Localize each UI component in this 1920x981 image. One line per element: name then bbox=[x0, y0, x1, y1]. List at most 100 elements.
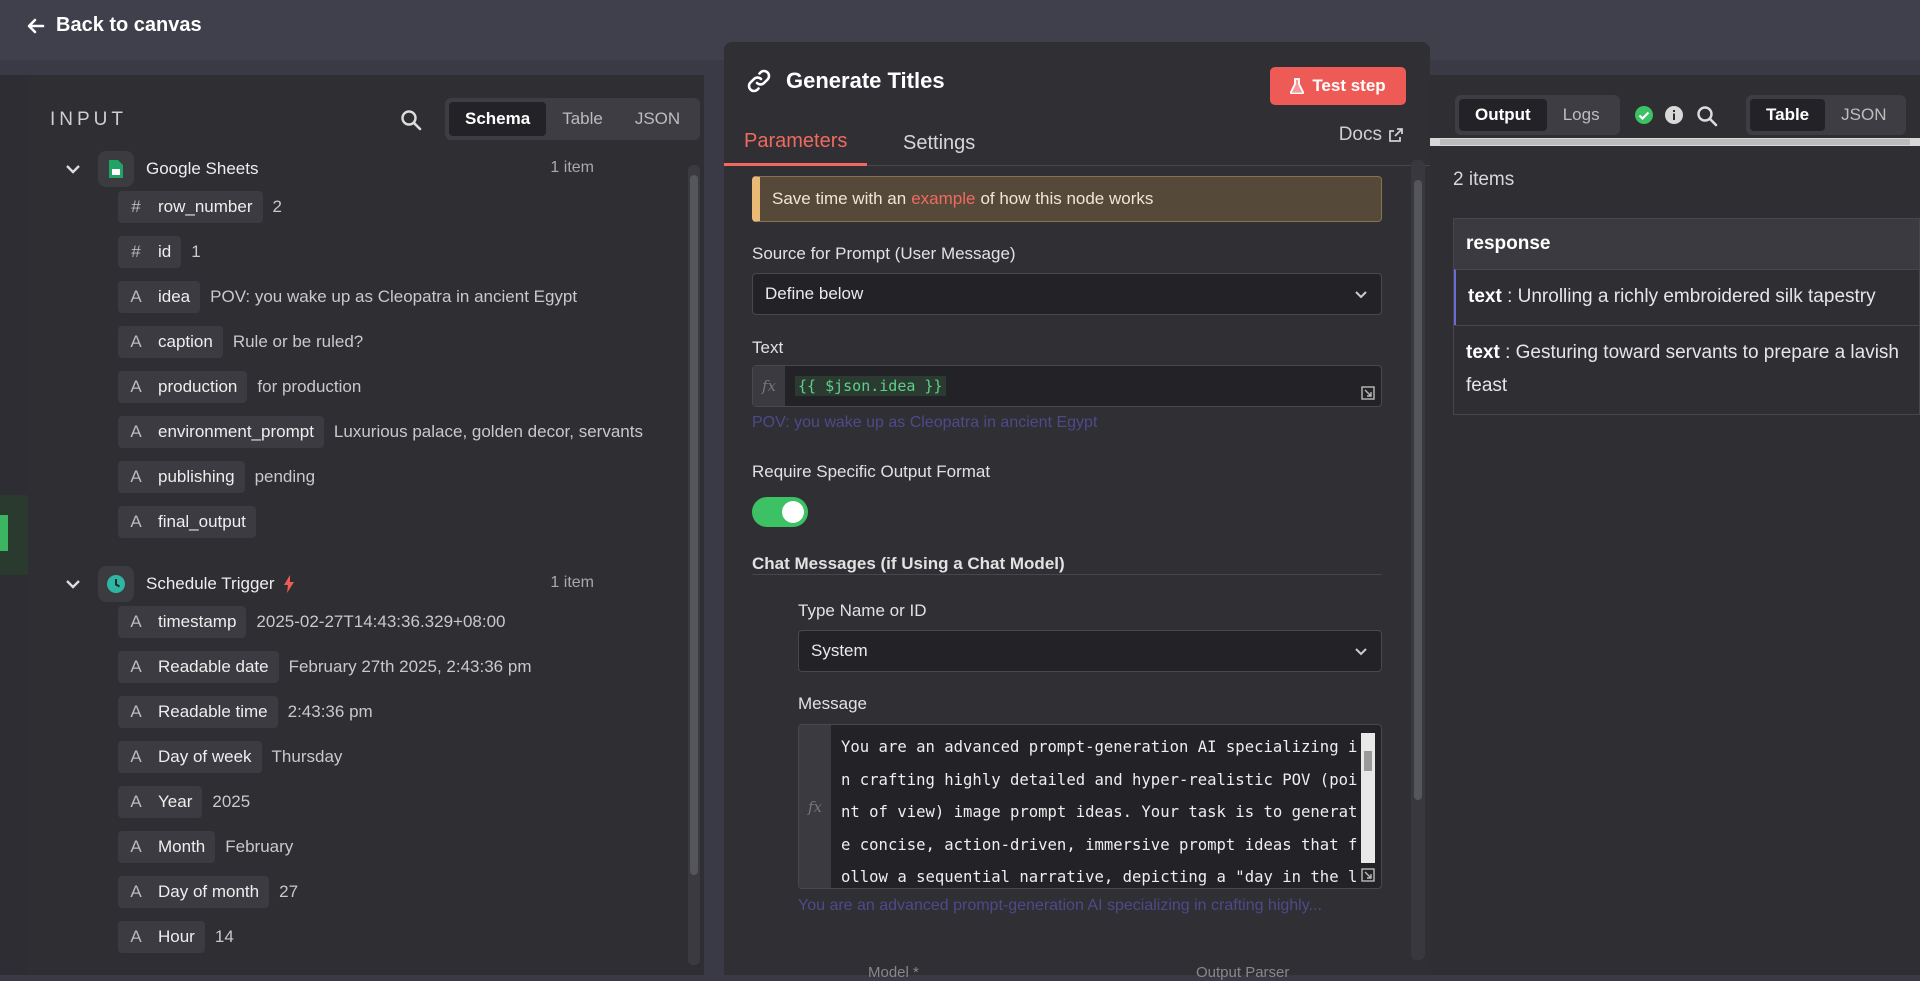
type-value: System bbox=[811, 641, 868, 660]
back-to-canvas-button[interactable]: Back to canvas bbox=[26, 14, 202, 37]
require-format-toggle[interactable] bbox=[752, 497, 808, 527]
field-pill[interactable]: A Readable date bbox=[118, 651, 279, 683]
field-pill[interactable]: A Month bbox=[118, 831, 216, 863]
require-format-label: Require Specific Output Format bbox=[752, 462, 991, 481]
output-tab-table[interactable]: Table bbox=[1750, 99, 1826, 131]
string-type-icon: A bbox=[130, 702, 142, 721]
output-hscrollbar[interactable] bbox=[1430, 138, 1920, 146]
text-expression-field[interactable]: fx {{ $json.idea }} bbox=[752, 365, 1382, 407]
row-key: text bbox=[1466, 342, 1500, 363]
field-pill[interactable]: A Readable time bbox=[118, 696, 278, 728]
text-label: Text bbox=[752, 338, 784, 357]
flask-icon bbox=[1290, 78, 1305, 94]
source-label: Source for Prompt (User Message) bbox=[752, 244, 1016, 263]
row-key: text bbox=[1468, 286, 1502, 307]
table-row[interactable]: text : Gesturing toward servants to prep… bbox=[1454, 325, 1919, 414]
schema-field[interactable]: A Year 2025 bbox=[118, 786, 250, 818]
field-value: February 27th 2025, 2:43:36 pm bbox=[288, 657, 532, 676]
field-value: 2 bbox=[272, 197, 282, 216]
field-pill[interactable]: A Year bbox=[118, 786, 203, 818]
field-value: 2025 bbox=[212, 792, 251, 811]
chevron-down-icon[interactable] bbox=[64, 575, 82, 593]
chevron-down-icon[interactable] bbox=[64, 160, 82, 178]
schema-field[interactable]: Aidea POV: you wake up as Cleopatra in an… bbox=[118, 281, 577, 313]
field-pill[interactable]: # row_number bbox=[118, 191, 263, 223]
chevron-down-icon bbox=[1355, 648, 1367, 656]
output-tab-json[interactable]: JSON bbox=[1825, 99, 1902, 131]
field-pill[interactable]: Aenvironment_prompt bbox=[118, 416, 324, 448]
schema-field[interactable]: Apublishing pending bbox=[118, 461, 315, 493]
node-title[interactable]: Generate Titles bbox=[786, 68, 945, 94]
tab-settings[interactable]: Settings bbox=[903, 120, 975, 166]
docs-label: Docs bbox=[1338, 124, 1382, 145]
message-field[interactable]: fx You are an advanced prompt-generation… bbox=[798, 724, 1382, 889]
field-pill[interactable]: Aproduction bbox=[118, 371, 248, 403]
field-value: 1 bbox=[191, 242, 201, 261]
field-pill[interactable]: Aidea bbox=[118, 281, 201, 313]
type-select[interactable]: System bbox=[798, 630, 1382, 672]
schema-field[interactable]: A Readable time 2:43:36 pm bbox=[118, 696, 373, 728]
string-type-icon: A bbox=[130, 792, 142, 811]
input-title: INPUT bbox=[50, 109, 127, 130]
test-step-label: Test step bbox=[1312, 76, 1386, 95]
input-tab-json[interactable]: JSON bbox=[619, 102, 696, 136]
string-type-icon: A bbox=[130, 377, 142, 396]
field-name: row_number bbox=[158, 197, 253, 216]
schema-field[interactable]: A Month February bbox=[118, 831, 293, 863]
field-value: 27 bbox=[279, 882, 299, 901]
schema-field[interactable]: A Readable date February 27th 2025, 2:43:3… bbox=[118, 651, 531, 683]
field-pill[interactable]: # id bbox=[118, 236, 182, 268]
field-name: caption bbox=[158, 332, 213, 351]
field-pill[interactable]: Acaption bbox=[118, 326, 223, 358]
schema-group[interactable]: Google Sheets bbox=[64, 151, 258, 187]
field-pill[interactable]: A Day of month bbox=[118, 876, 270, 908]
number-type-icon: # bbox=[131, 197, 141, 216]
schema-field[interactable]: A Day of month 27 bbox=[118, 876, 298, 908]
schema-field[interactable]: Acaption Rule or be ruled? bbox=[118, 326, 363, 358]
schema-field[interactable]: Afinal_output bbox=[118, 506, 266, 538]
search-icon[interactable] bbox=[400, 109, 422, 131]
table-row[interactable]: text : Unrolling a richly embroidered si… bbox=[1454, 269, 1919, 325]
search-icon[interactable] bbox=[1696, 105, 1718, 127]
schema-field[interactable]: A Hour 14 bbox=[118, 921, 234, 953]
input-scrollbar[interactable] bbox=[688, 165, 700, 965]
field-pill[interactable]: Afinal_output bbox=[118, 506, 256, 538]
input-tab-table[interactable]: Table bbox=[546, 102, 619, 136]
schema-field[interactable]: Atimestamp 2025-02-27T14:43:36.329+08:00 bbox=[118, 606, 506, 638]
field-pill[interactable]: Apublishing bbox=[118, 461, 245, 493]
expand-icon[interactable] bbox=[1361, 868, 1375, 882]
string-type-icon: A bbox=[130, 467, 142, 486]
input-tab-schema[interactable]: Schema bbox=[449, 102, 547, 136]
docs-link[interactable]: Docs bbox=[1339, 124, 1404, 146]
example-link[interactable]: example bbox=[911, 189, 975, 209]
notice-suffix: of how this node works bbox=[980, 189, 1154, 208]
tab-logs[interactable]: Logs bbox=[1547, 99, 1616, 131]
type-label: Type Name or ID bbox=[798, 601, 927, 620]
schema-field[interactable]: Aenvironment_prompt Luxurious palace, gol… bbox=[118, 416, 643, 448]
field-pill[interactable]: A Day of week bbox=[118, 741, 262, 773]
schema-field[interactable]: # row_number 2 bbox=[118, 191, 282, 223]
schema-field[interactable]: A Day of week Thursday bbox=[118, 741, 342, 773]
tab-parameters[interactable]: Parameters bbox=[724, 120, 868, 166]
back-label: Back to canvas bbox=[56, 14, 202, 36]
expand-icon[interactable] bbox=[1361, 386, 1375, 400]
schema-group[interactable]: Schedule Trigger bbox=[64, 566, 295, 602]
schema-field[interactable]: Aproduction for production bbox=[118, 371, 361, 403]
info-icon[interactable] bbox=[1664, 105, 1684, 125]
test-step-button[interactable]: Test step bbox=[1270, 67, 1406, 105]
notice-prefix: Save time with an bbox=[772, 189, 907, 208]
node-scrollbar[interactable] bbox=[1411, 160, 1425, 960]
message-label: Message bbox=[798, 694, 867, 713]
field-pill[interactable]: A Hour bbox=[118, 921, 205, 953]
schema-field[interactable]: # id 1 bbox=[118, 236, 201, 268]
field-name: Day of week bbox=[158, 747, 252, 766]
tab-output[interactable]: Output bbox=[1459, 99, 1547, 131]
message-scrollbar[interactable] bbox=[1361, 733, 1375, 863]
output-panel: Output Logs Table JSON 2 items response … bbox=[1430, 75, 1920, 975]
source-select[interactable]: Define below bbox=[752, 273, 1382, 315]
string-type-icon: A bbox=[130, 287, 142, 306]
input-panel: INPUT Schema Table JSON Google Sheets 1 i… bbox=[28, 75, 704, 975]
field-pill[interactable]: Atimestamp bbox=[118, 606, 247, 638]
group-name: Schedule Trigger bbox=[146, 574, 275, 593]
output-tabs: Output Logs bbox=[1455, 95, 1620, 135]
